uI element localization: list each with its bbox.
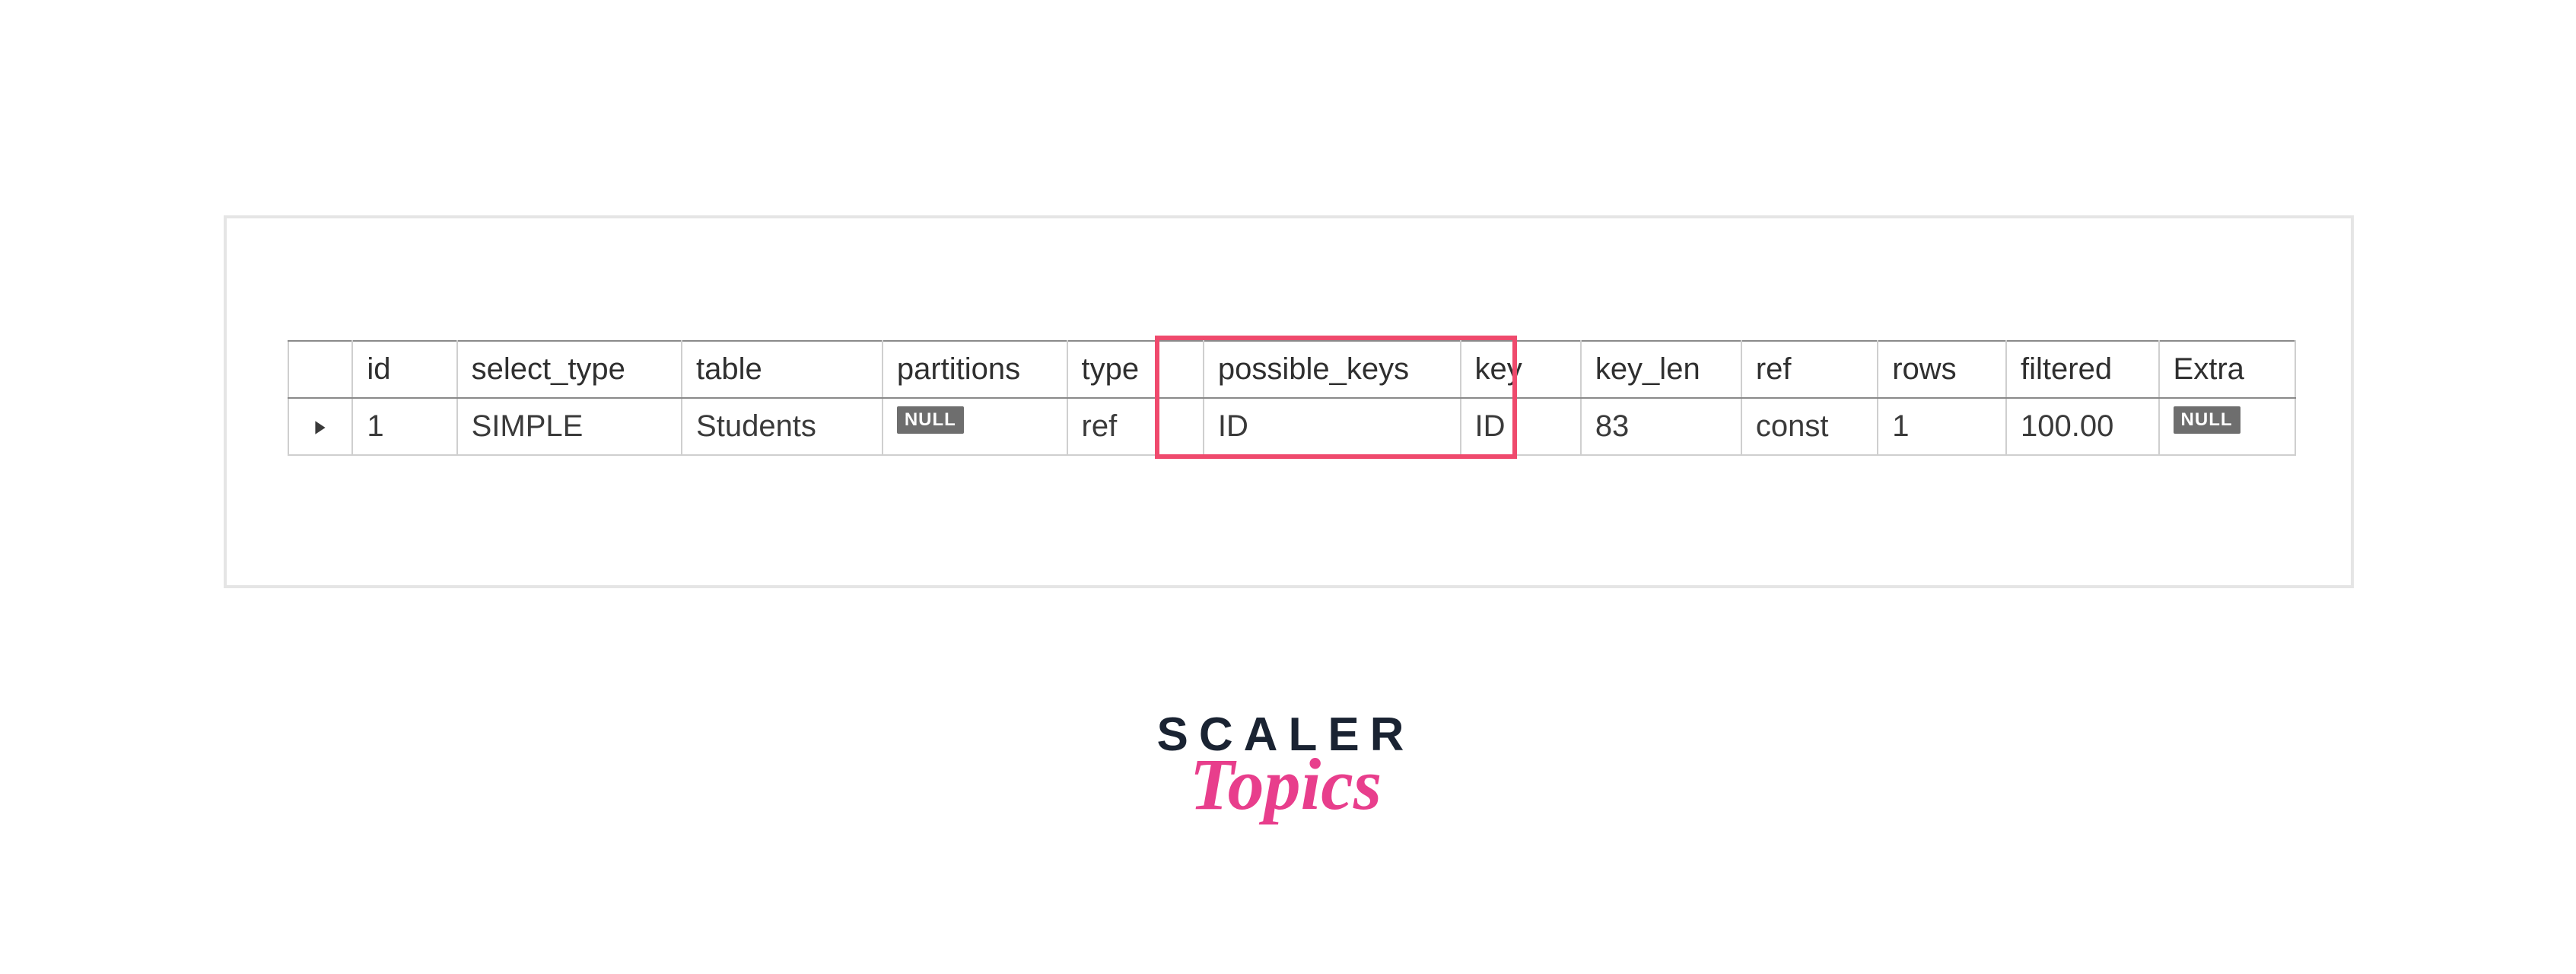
col-filtered[interactable]: filtered [2006,341,2158,398]
col-key[interactable]: key [1461,341,1581,398]
cell-partitions[interactable]: NULL [883,398,1067,455]
col-type[interactable]: type [1067,341,1204,398]
cell-id[interactable]: 1 [352,398,456,455]
brand-logo: SCALER Topics [1118,708,1453,826]
cell-key[interactable]: ID [1461,398,1581,455]
col-extra[interactable]: Extra [2159,341,2295,398]
col-handle[interactable] [288,341,352,398]
cell-ref[interactable]: const [1741,398,1878,455]
col-table[interactable]: table [682,341,883,398]
result-panel: id select_type table partitions type pos… [224,215,2354,588]
col-possible-keys[interactable]: possible_keys [1204,341,1461,398]
cell-filtered[interactable]: 100.00 [2006,398,2158,455]
col-id[interactable]: id [352,341,456,398]
cell-select-type[interactable]: SIMPLE [457,398,682,455]
cell-possible-keys[interactable]: ID [1204,398,1461,455]
cell-extra[interactable]: NULL [2159,398,2295,455]
col-partitions[interactable]: partitions [883,341,1067,398]
col-rows[interactable]: rows [1878,341,2006,398]
header-row: id select_type table partitions type pos… [288,341,2295,398]
explain-table-wrap: id select_type table partitions type pos… [288,340,2296,456]
col-select-type[interactable]: select_type [457,341,682,398]
cell-table[interactable]: Students [682,398,883,455]
row-caret-icon[interactable] [288,398,352,455]
table-row[interactable]: 1 SIMPLE Students NULL ref ID ID 83 cons… [288,398,2295,455]
cell-key-len[interactable]: 83 [1581,398,1741,455]
cell-rows[interactable]: 1 [1878,398,2006,455]
cell-type[interactable]: ref [1067,398,1204,455]
col-ref[interactable]: ref [1741,341,1878,398]
explain-table: id select_type table partitions type pos… [288,340,2296,456]
col-key-len[interactable]: key_len [1581,341,1741,398]
null-badge: NULL [2174,406,2240,434]
null-badge: NULL [897,406,964,434]
